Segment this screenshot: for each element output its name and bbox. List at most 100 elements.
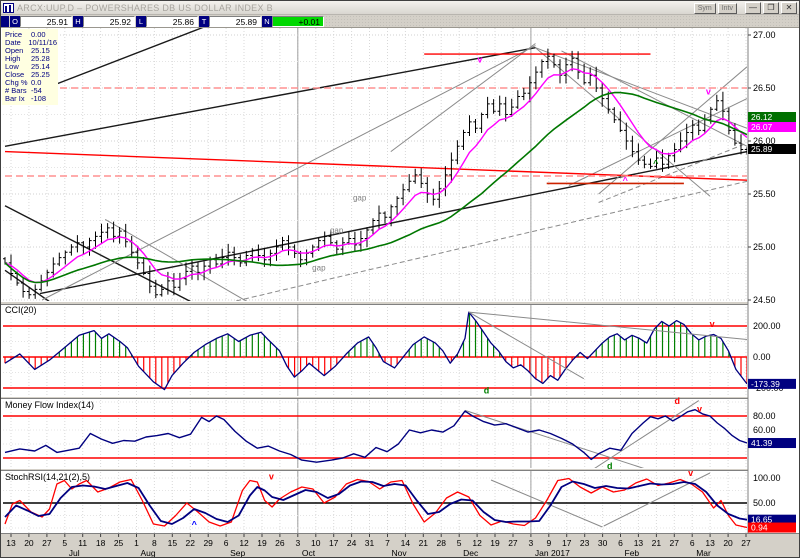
svg-text:^: ^ [623,175,629,185]
svg-text:25: 25 [114,538,124,548]
svg-text:13: 13 [705,538,715,548]
svg-text:d: d [675,396,681,406]
svg-text:13: 13 [634,538,644,548]
svg-text:27: 27 [670,538,680,548]
low-label: L [136,16,146,27]
svg-text:-173.39: -173.39 [751,379,780,389]
svg-text:3: 3 [529,538,534,548]
svg-text:26.12: 26.12 [751,112,773,122]
svg-text:6: 6 [618,538,623,548]
svg-text:200.00: 200.00 [753,321,781,331]
price-chart-canvas[interactable]: vv^^gapgapgapvddvd^vv27.0026.5026.0025.5… [1,1,800,558]
svg-text:19: 19 [257,538,267,548]
svg-text:25.50: 25.50 [753,189,776,199]
svg-text:0.00: 0.00 [753,352,771,362]
svg-text:5: 5 [457,538,462,548]
svg-text:26: 26 [275,538,285,548]
svg-text:Sep: Sep [230,548,245,558]
symbol-button[interactable]: Sym [694,3,716,14]
trade-label: T [199,16,209,27]
svg-text:100.00: 100.00 [753,473,781,483]
minimize-icon[interactable]: — [745,2,761,14]
svg-text:21: 21 [652,538,662,548]
svg-text:13: 13 [6,538,16,548]
svg-text:12: 12 [472,538,482,548]
high-label: H [73,16,83,27]
svg-text:12: 12 [239,538,249,548]
svg-text:17: 17 [329,538,339,548]
svg-text:Oct: Oct [302,548,316,558]
svg-text:Jan 2017: Jan 2017 [535,548,570,558]
svg-text:d: d [484,385,490,395]
svg-text:27: 27 [508,538,518,548]
quote-row: O 25.91 H 25.92 L 25.86 T 25.89 N +0.01 [1,15,799,28]
netchange-label: N [262,16,272,27]
svg-text:v: v [697,404,702,414]
svg-text:7: 7 [385,538,390,548]
high-value: 25.92 [83,16,135,27]
svg-text:v: v [710,319,715,329]
open-value: 25.91 [20,16,72,27]
svg-text:31: 31 [365,538,375,548]
chart-window: vv^^gapgapgapvddvd^vv27.0026.5026.0025.5… [0,0,800,558]
svg-text:gap: gap [353,193,367,202]
svg-text:Jul: Jul [69,548,80,558]
svg-text:17: 17 [562,538,572,548]
svg-text:11: 11 [78,538,87,548]
titlebar: ARCX:UUP,D – POWERSHARES DB US DOLLAR IN… [1,1,799,15]
svg-text:0.94: 0.94 [751,523,768,533]
svg-text:v: v [688,468,693,478]
low-value: 25.86 [146,16,198,27]
svg-text:20: 20 [723,538,733,548]
svg-text:gap: gap [330,226,344,235]
svg-text:5: 5 [62,538,67,548]
restore-icon[interactable]: ❐ [763,2,779,14]
close-icon[interactable]: ✕ [781,2,797,14]
svg-text:26.50: 26.50 [753,83,776,93]
info-value: -108 [31,95,46,103]
trade-value: 25.89 [209,16,261,27]
svg-text:^: ^ [192,520,198,530]
svg-text:Feb: Feb [625,548,640,558]
svg-text:9: 9 [546,538,551,548]
svg-text:3: 3 [295,538,300,548]
app-chart-icon [3,3,14,13]
svg-text:Aug: Aug [140,548,155,558]
svg-text:18: 18 [96,538,106,548]
svg-text:25.89: 25.89 [751,144,773,154]
svg-text:Nov: Nov [391,548,407,558]
svg-text:v: v [706,86,711,96]
svg-text:24: 24 [347,538,357,548]
svg-text:StochRSI(14,21(2),5): StochRSI(14,21(2),5) [5,472,90,482]
svg-text:6: 6 [224,538,229,548]
svg-text:41.39: 41.39 [751,438,773,448]
svg-text:24.50: 24.50 [753,295,776,305]
quote-row-handle [1,16,9,27]
svg-text:v: v [477,55,482,65]
svg-text:23: 23 [580,538,590,548]
svg-text:21: 21 [419,538,429,548]
svg-text:15: 15 [168,538,178,548]
svg-text:CCI(20): CCI(20) [5,305,37,315]
svg-text:20: 20 [24,538,34,548]
svg-text:10: 10 [311,538,321,548]
svg-text:Mar: Mar [696,548,711,558]
svg-text:^: ^ [653,158,659,168]
svg-text:25.00: 25.00 [753,242,776,252]
svg-text:14: 14 [401,538,411,548]
interval-button[interactable]: Intv [718,3,737,14]
svg-text:8: 8 [152,538,157,548]
svg-text:22: 22 [186,538,196,548]
svg-text:29: 29 [203,538,213,548]
svg-text:6: 6 [690,538,695,548]
svg-text:v: v [269,472,274,482]
open-label: O [10,16,20,27]
svg-text:1: 1 [134,538,139,548]
svg-text:27.00: 27.00 [753,30,776,40]
window-title: ARCX:UUP,D – POWERSHARES DB US DOLLAR IN… [17,3,273,13]
svg-text:26.07: 26.07 [751,122,773,132]
svg-text:80.00: 80.00 [753,411,776,421]
svg-text:Money Flow Index(14): Money Flow Index(14) [5,400,94,410]
svg-text:27: 27 [741,538,751,548]
svg-text:gap: gap [312,263,326,272]
